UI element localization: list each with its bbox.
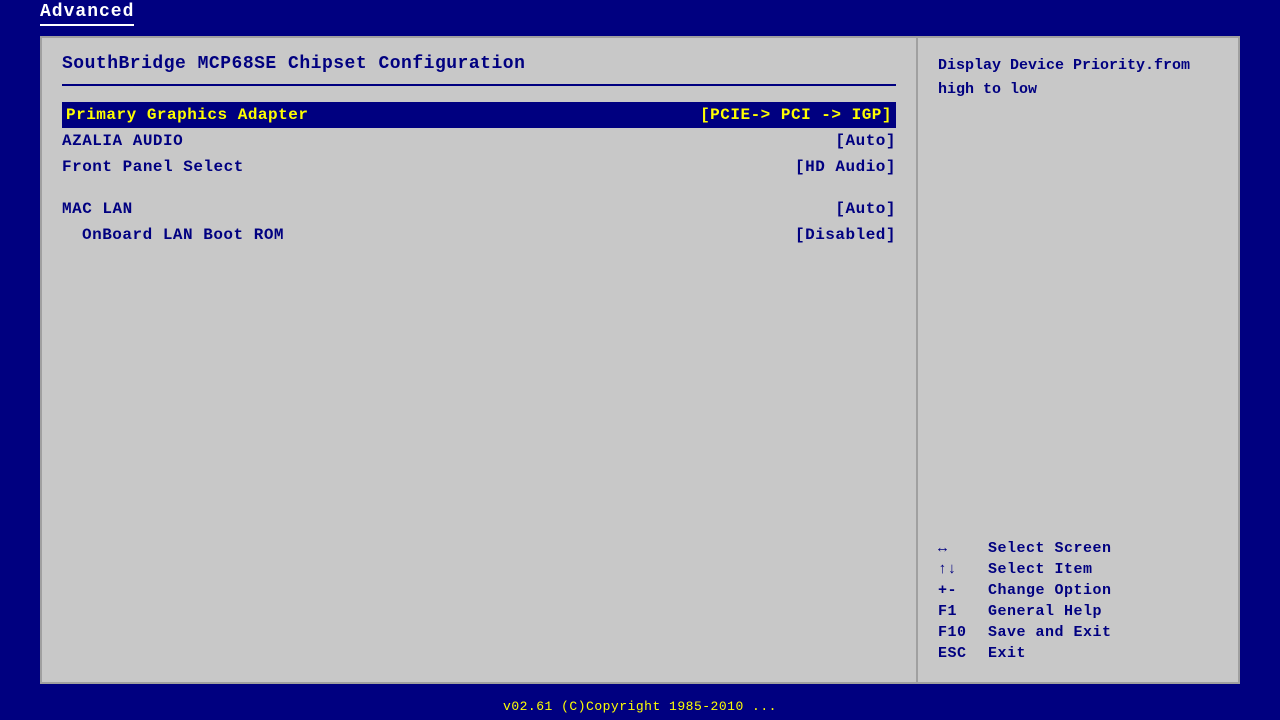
- main-content: SouthBridge MCP68SE Chipset Configuratio…: [40, 36, 1240, 684]
- config-value-4: [Disabled]: [795, 226, 896, 244]
- config-row-2[interactable]: Front Panel Select [HD Audio]: [62, 154, 896, 180]
- key-desc-2: Change Option: [988, 582, 1112, 599]
- config-value-3: [Auto]: [835, 200, 896, 218]
- key-row-1: ↑↓Select Item: [938, 561, 1218, 578]
- panel-title: SouthBridge MCP68SE Chipset Configuratio…: [62, 54, 896, 74]
- key-row-5: ESCExit: [938, 645, 1218, 662]
- key-symbol-0: ↔: [938, 540, 988, 557]
- config-value-0: [PCIE-> PCI -> IGP]: [700, 106, 892, 124]
- config-label-2: Front Panel Select: [62, 158, 244, 176]
- left-panel: SouthBridge MCP68SE Chipset Configuratio…: [42, 38, 918, 682]
- key-symbol-3: F1: [938, 603, 988, 620]
- key-row-3: F1General Help: [938, 603, 1218, 620]
- top-bar-title: Advanced: [40, 2, 134, 26]
- key-desc-3: General Help: [988, 603, 1102, 620]
- config-value-1: [Auto]: [835, 132, 896, 150]
- right-panel: Display Device Priority.from high to low…: [918, 38, 1238, 682]
- key-symbol-4: F10: [938, 624, 988, 641]
- key-row-4: F10Save and Exit: [938, 624, 1218, 641]
- key-symbol-5: ESC: [938, 645, 988, 662]
- bottom-bar-text: v02.61 (C)Copyright 1985-2010 ...: [503, 699, 777, 714]
- key-desc-5: Exit: [988, 645, 1026, 662]
- config-label-4: OnBoard LAN Boot ROM: [82, 226, 284, 244]
- config-row-0[interactable]: Primary Graphics Adapter [PCIE-> PCI -> I…: [62, 102, 896, 128]
- divider: [62, 84, 896, 86]
- config-value-2: [HD Audio]: [795, 158, 896, 176]
- key-help: ↔Select Screen↑↓Select Item+-Change Opti…: [938, 540, 1218, 666]
- config-row-3[interactable]: MAC LAN [Auto]: [62, 196, 896, 222]
- config-row-4[interactable]: OnBoard LAN Boot ROM [Disabled]: [62, 222, 896, 248]
- key-desc-1: Select Item: [988, 561, 1093, 578]
- top-bar: Advanced: [0, 0, 1280, 28]
- config-label-0: Primary Graphics Adapter: [66, 106, 308, 124]
- key-row-0: ↔Select Screen: [938, 540, 1218, 557]
- key-symbol-1: ↑↓: [938, 561, 988, 578]
- key-symbol-2: +-: [938, 582, 988, 599]
- key-desc-4: Save and Exit: [988, 624, 1112, 641]
- config-table: Primary Graphics Adapter [PCIE-> PCI -> I…: [62, 102, 896, 248]
- config-row-1[interactable]: AZALIA AUDIO [Auto]: [62, 128, 896, 154]
- key-row-2: +-Change Option: [938, 582, 1218, 599]
- config-label-3: MAC LAN: [62, 200, 133, 218]
- help-text: Display Device Priority.from high to low: [938, 54, 1218, 102]
- bottom-bar: v02.61 (C)Copyright 1985-2010 ...: [0, 692, 1280, 720]
- config-label-1: AZALIA AUDIO: [62, 132, 183, 150]
- spacer: [62, 180, 896, 196]
- key-desc-0: Select Screen: [988, 540, 1112, 557]
